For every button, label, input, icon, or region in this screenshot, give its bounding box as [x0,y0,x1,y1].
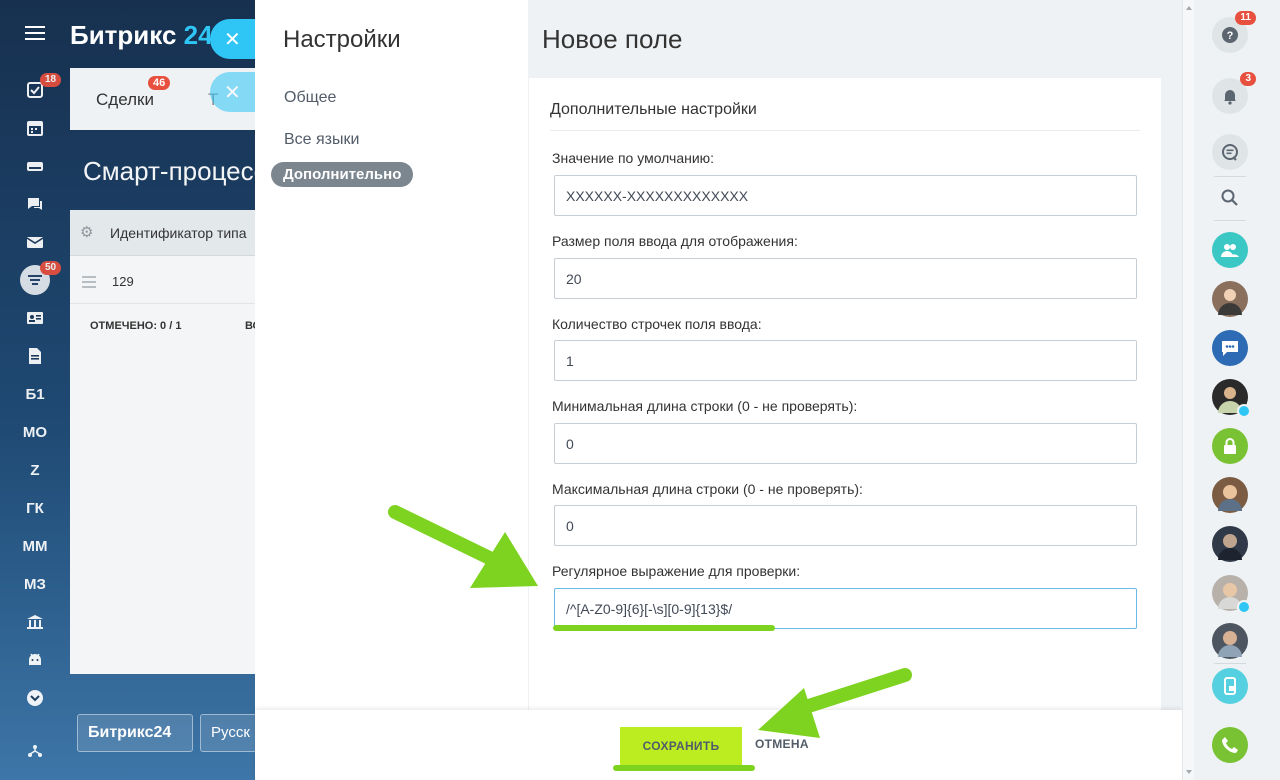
nav-item-gk[interactable]: ГК [22,497,48,519]
drive-icon[interactable] [22,155,48,177]
sidebar-item-additional[interactable]: Дополнительно [271,162,414,187]
scroll-down-icon[interactable] [1186,770,1192,774]
contact-card-icon[interactable] [22,307,48,329]
tasks-icon[interactable]: 18 [22,73,62,101]
status-badge [1237,404,1251,418]
nav-item-mm[interactable]: ММ [22,535,48,557]
grid-header-label: Идентификатор типа [110,225,247,241]
notifications-badge: 3 [1240,72,1256,86]
avatar[interactable] [1212,379,1251,418]
document-icon[interactable] [22,345,48,367]
bell-icon[interactable]: 3 [1212,72,1256,114]
cancel-button[interactable]: ОТМЕНА [755,737,809,751]
funnel-icon[interactable]: 50 [20,261,62,295]
brand-logo[interactable]: Битрикс 24 [70,20,213,51]
max-length-label: Максимальная длина строки (0 - не провер… [552,481,863,497]
close-icon-back[interactable]: ✕ [210,72,256,112]
avatar[interactable] [1212,281,1248,317]
nav-item-mo[interactable]: МО [22,421,48,443]
android-icon[interactable] [22,649,48,671]
rows-count-label: Количество строчек поля ввода: [552,316,762,332]
max-length-input[interactable] [554,505,1137,546]
bank-icon[interactable] [22,611,48,633]
row-menu-icon[interactable] [82,276,96,291]
tab-deals[interactable]: Сделки [96,90,154,110]
settings-heading: Настройки [283,26,401,53]
regex-label: Регулярное выражение для проверки: [552,563,801,579]
phone-icon[interactable] [1212,727,1248,763]
grid-marked-counter: ОТМЕЧЕНО: 0 / 1 [90,320,182,332]
grid-header-row: ⚙ Идентификатор типа [70,210,270,256]
help-badge: 11 [1235,11,1256,25]
divider [1214,663,1246,664]
page-title: Смарт-процесс [83,156,267,186]
mail-icon[interactable] [22,231,48,253]
form-footer: СОХРАНИТЬ ОТМЕНА [255,710,1182,780]
display-size-label: Размер поля ввода для отображения: [552,233,798,249]
settings-sidebar: Настройки Общее Все языки Дополнительно [255,0,528,710]
avatar[interactable] [1212,575,1251,614]
additional-settings-card: Дополнительные настройки Значение по умо… [529,78,1161,710]
gear-icon[interactable]: ⚙ [80,225,96,241]
left-navigation: 18 50 Б1 МО Z ГК ММ МЗ [0,0,70,780]
default-value-input[interactable] [554,175,1137,216]
help-icon[interactable]: ? 11 [1212,11,1256,53]
nav-item-mz[interactable]: МЗ [22,573,48,595]
right-panel: ? 11 3 [1194,0,1280,780]
settings-slider: Настройки Общее Все языки Дополнительно … [255,0,1182,780]
calendar-icon[interactable] [22,117,48,139]
divider [1214,176,1246,177]
form-title: Новое поле [542,24,683,54]
avatar[interactable] [1212,477,1248,513]
sitemap-icon[interactable] [22,740,48,762]
sidebar-item-all-languages[interactable]: Все языки [284,131,359,149]
grid-cell-value: 129 [112,274,134,289]
avatar[interactable] [1212,526,1248,562]
footer-brand-button[interactable]: Битрикс24 [77,714,193,752]
regex-input[interactable] [554,588,1137,629]
tasks-badge: 18 [40,73,62,87]
min-length-input[interactable] [554,423,1137,464]
language-selector[interactable]: Русск [200,714,260,752]
divider [550,130,1140,131]
deals-badge: 46 [148,76,171,90]
search-icon[interactable] [1212,180,1248,216]
min-length-label: Минимальная длина строки (0 - не проверя… [552,398,858,414]
close-icon[interactable]: ✕ [210,19,256,59]
divider [1214,220,1246,221]
nav-item-z[interactable]: Z [22,459,48,481]
scroll-up-icon[interactable] [1186,6,1192,10]
background-grid: ⚙ Идентификатор типа 129 ОТМЕЧЕНО: 0 / 1… [70,210,270,674]
funnel-badge: 50 [40,261,62,275]
status-badge [1237,600,1251,614]
default-value-label: Значение по умолчанию: [552,150,715,166]
menu-icon[interactable] [25,26,45,44]
group-chat-icon[interactable] [1212,232,1248,268]
mobile-app-icon[interactable] [1212,668,1248,704]
save-button[interactable]: СОХРАНИТЬ [620,727,742,765]
svg-text:?: ? [1227,30,1234,42]
chat-icon[interactable] [22,193,48,215]
section-title: Дополнительные настройки [550,101,757,118]
messages-icon[interactable] [1212,134,1248,170]
chevron-down-icon[interactable] [22,687,48,709]
sidebar-item-general[interactable]: Общее [284,89,336,107]
chat-bubble-icon[interactable] [1212,330,1248,366]
scrollbar[interactable] [1182,0,1194,780]
display-size-input[interactable] [554,258,1137,299]
table-row[interactable]: 129 [70,256,270,304]
nav-item-b1[interactable]: Б1 [22,383,48,405]
rows-count-input[interactable] [554,340,1137,381]
avatar[interactable] [1212,623,1248,659]
lock-icon[interactable] [1212,428,1248,464]
